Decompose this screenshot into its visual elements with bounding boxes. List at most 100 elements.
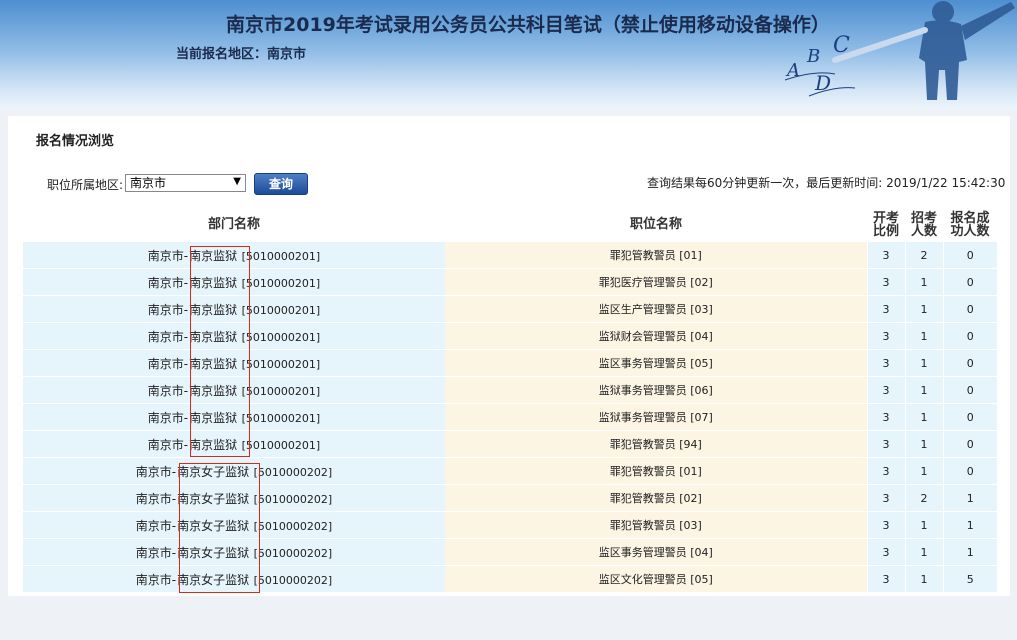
job-cell: 监区文化管理警员 [05] (445, 565, 867, 593)
ratio-cell: 3 (866, 565, 905, 593)
table-row: 南京市-南京女子监狱 [5010000202] 罪犯管教警员 [02] 3 2 1 (23, 484, 997, 512)
dept-code: [5010000201] (241, 330, 321, 344)
dept-city: 南京市- (147, 275, 189, 290)
success-cell: 0 (942, 457, 997, 485)
quota-cell: 1 (904, 403, 943, 431)
ratio-cell: 3 (866, 349, 905, 377)
ratio-cell: 3 (866, 268, 905, 296)
success-cell: 5 (942, 565, 997, 593)
dept-code: [5010000201] (241, 357, 321, 371)
table-header-row: 部门名称 职位名称 开考比例 招考人数 报名成功人数 (23, 207, 997, 242)
success-cell: 0 (942, 376, 997, 404)
quota-cell: 1 (904, 268, 943, 296)
dept-city: 南京市- (147, 329, 189, 344)
dept-city: 南京市- (147, 410, 189, 425)
dept-code: [5010000201] (241, 411, 321, 425)
success-cell: 0 (942, 349, 997, 377)
dept-code: [5010000202] (253, 492, 333, 506)
dept-city: 南京市- (147, 383, 189, 398)
success-cell: 0 (942, 268, 997, 296)
dept-city: 南京市- (147, 437, 189, 452)
job-cell: 监狱财会管理警员 [04] (445, 322, 867, 350)
header-quota: 招考人数 (905, 207, 943, 242)
current-region-value: 南京市 (267, 47, 307, 62)
table-row: 南京市-南京女子监狱 [5010000202] 监区文化管理警员 [05] 3 1 5 (23, 565, 997, 593)
table-row: 南京市-南京女子监狱 [5010000202] 罪犯管教警员 [01] 3 1 0 (23, 457, 997, 485)
success-cell: 0 (942, 430, 997, 458)
table-row: 南京市-南京监狱 [5010000201] 监区事务管理警员 [05] 3 1 0 (23, 349, 997, 377)
annotation-box-nanjing-prison (190, 246, 250, 457)
dept-code: [5010000202] (253, 573, 333, 587)
dept-code: [5010000201] (241, 438, 321, 452)
current-region: 当前报名地区：南京市 (176, 43, 306, 62)
quota-cell: 1 (904, 349, 943, 377)
ratio-cell: 3 (866, 242, 905, 269)
quota-cell: 1 (904, 295, 943, 323)
dept-city: 南京市- (147, 302, 189, 317)
table-row: 南京市-南京监狱 [5010000201] 监狱事务管理警员 [07] 3 1 0 (23, 403, 997, 431)
dept-city: 南京市- (135, 464, 177, 479)
quota-cell: 2 (904, 242, 943, 269)
quota-cell: 1 (904, 322, 943, 350)
dept-city: 南京市- (135, 518, 177, 533)
quota-cell: 1 (904, 565, 943, 593)
region-select[interactable]: 南京市 ▼ (125, 174, 246, 192)
dept-code: [5010000202] (253, 519, 333, 533)
job-cell: 罪犯管教警员 [01] (445, 457, 867, 485)
quota-cell: 1 (904, 511, 943, 539)
dept-city: 南京市- (147, 248, 189, 263)
dept-code: [5010000201] (241, 303, 321, 317)
page-title: 南京市2019年考试录用公务员公共科目笔试（禁止使用移动设备操作） (226, 14, 830, 36)
header-ratio: 开考比例 (867, 207, 905, 242)
table-row: 南京市-南京女子监狱 [5010000202] 罪犯管教警员 [03] 3 1 1 (23, 511, 997, 539)
table-row: 南京市-南京监狱 [5010000201] 监狱事务管理警员 [06] 3 1 0 (23, 376, 997, 404)
table-row: 南京市-南京监狱 [5010000201] 监区生产管理警员 [03] 3 1 0 (23, 295, 997, 323)
header-quota-text: 招考人数 (911, 210, 938, 239)
success-cell: 1 (942, 511, 997, 539)
dept-city: 南京市- (135, 572, 177, 587)
success-cell: 1 (942, 538, 997, 566)
query-button[interactable]: 查询 (254, 173, 308, 195)
region-select-value: 南京市 (130, 176, 167, 190)
ratio-cell: 3 (866, 430, 905, 458)
job-cell: 罪犯管教警员 [03] (445, 511, 867, 539)
job-cell: 监区事务管理警员 [04] (445, 538, 867, 566)
page-header: 南京市2019年考试录用公务员公共科目笔试（禁止使用移动设备操作） 当前报名地区… (0, 0, 1017, 110)
quota-cell: 1 (904, 376, 943, 404)
dept-code: [5010000201] (241, 276, 321, 290)
header-success: 报名成功人数 (943, 207, 997, 242)
quota-cell: 1 (904, 457, 943, 485)
dept-city: 南京市- (135, 545, 177, 560)
region-filter-label: 职位所属地区: (47, 178, 124, 192)
dept-code: [5010000202] (253, 465, 333, 479)
job-cell: 监区事务管理警员 [05] (445, 349, 867, 377)
dept-code: [5010000201] (241, 384, 321, 398)
job-cell: 罪犯管教警员 [01] (445, 242, 867, 269)
job-cell: 罪犯管教警员 [94] (445, 430, 867, 458)
table-row: 南京市-南京女子监狱 [5010000202] 监区事务管理警员 [04] 3 1 1 (23, 538, 997, 566)
dept-city: 南京市- (135, 491, 177, 506)
success-cell: 0 (942, 242, 997, 269)
annotation-box-nanjing-women-prison (179, 463, 260, 593)
art-letter-c: C (833, 33, 850, 58)
dept-code: [5010000202] (253, 546, 333, 560)
header-dept: 部门名称 (23, 207, 445, 242)
success-cell: 1 (942, 484, 997, 512)
ratio-cell: 3 (866, 322, 905, 350)
ratio-cell: 3 (866, 295, 905, 323)
ratio-cell: 3 (866, 484, 905, 512)
ratio-cell: 3 (866, 538, 905, 566)
current-region-label: 当前报名地区： (176, 47, 268, 62)
table-row: 南京市-南京监狱 [5010000201] 罪犯医疗管理警员 [02] 3 1 0 (23, 268, 997, 296)
dropdown-arrow-icon: ▼ (233, 176, 241, 187)
update-note: 查询结果每60分钟更新一次，最后更新时间: 2019/1/22 15:42:30 (647, 176, 1006, 190)
success-cell: 0 (942, 322, 997, 350)
table-row: 南京市-南京监狱 [5010000201] 罪犯管教警员 [01] 3 2 0 (23, 242, 997, 269)
ratio-cell: 3 (866, 457, 905, 485)
success-cell: 0 (942, 403, 997, 431)
section-title: 报名情况浏览 (36, 134, 115, 149)
job-cell: 监狱事务管理警员 [06] (445, 376, 867, 404)
header-ratio-text: 开考比例 (873, 210, 900, 239)
ratio-cell: 3 (866, 376, 905, 404)
header-success-text: 报名成功人数 (950, 210, 990, 239)
